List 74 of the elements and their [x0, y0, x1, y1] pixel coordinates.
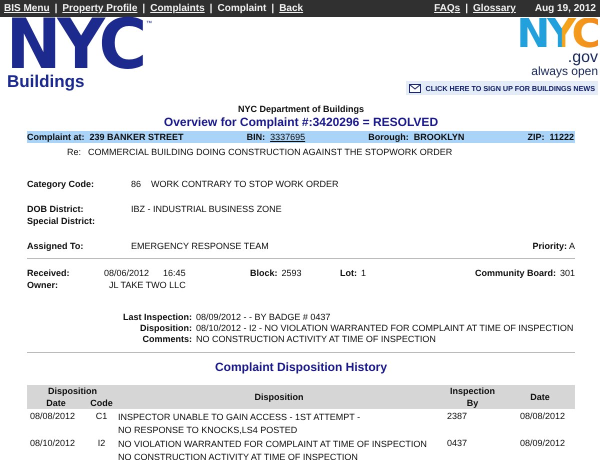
field-value: 11222	[549, 132, 574, 142]
nav-link[interactable]: BIS Menu	[4, 3, 50, 14]
category-code: 86	[131, 178, 142, 190]
field-label: Block:	[250, 267, 278, 279]
field-value: A	[568, 240, 575, 252]
column-header: Date	[505, 385, 575, 409]
current-page-label: Complaint	[217, 3, 266, 14]
page-title: Overview for Complaint #:3420296 = RESOLVED	[162, 115, 440, 130]
table-cell-text: NO RESPONSE TO KNOCKS,LS4 POSTED	[118, 424, 298, 436]
nav-link[interactable]: Glossary	[473, 3, 516, 14]
nav-separator: |	[465, 3, 468, 14]
date-text: Aug 19, 2012	[534, 3, 596, 14]
bin-link[interactable]: 3337695	[270, 132, 306, 142]
field-value: COMMERCIAL BUILDING DOING CONSTRUCTION AGAINST THE STOPWORK ORDER	[88, 146, 452, 158]
nav-separator: |	[271, 3, 274, 14]
field-value: 08/09/2012 - - BY BADGE # 0437	[196, 312, 332, 323]
field-label: DOB District:	[27, 203, 85, 215]
field-label: BIN:	[246, 132, 266, 142]
field-label: Re:	[66, 146, 81, 158]
field-label: ZIP:	[527, 132, 544, 142]
field-label: Owner:	[27, 279, 58, 291]
table-cell-text: INSPECTOR UNABLE TO GAIN ACCESS - 1ST ATTEMPT -	[118, 411, 362, 423]
table-cell-text: 08/10/2012	[29, 437, 76, 450]
table-cell-text: 2387	[446, 410, 468, 423]
table-cell-text: 0437	[446, 437, 468, 450]
field-label: Last Inspection:	[122, 312, 192, 323]
brand-name: Buildings	[7, 73, 86, 91]
field-value: WORK CONTRARY TO STOP WORK ORDER	[151, 178, 339, 190]
table-cell-text: NO CONSTRUCTION ACTIVITY AT TIME OF INSPECTION	[118, 451, 359, 460]
nav-separator: |	[142, 3, 146, 14]
field-label: Special District:	[27, 215, 96, 227]
field-label: Assigned To:	[27, 240, 84, 252]
agency-name: NYC Department of Buildings	[236, 103, 365, 115]
logo: NYC	[6, 16, 144, 74]
field-value: 2593	[282, 267, 302, 279]
table-cell-text: 08/08/2012	[29, 410, 76, 423]
tagline: always open	[531, 65, 598, 78]
field-label: Disposition:	[139, 323, 192, 334]
field-value: EMERGENCY RESPONSE TEAM	[131, 240, 270, 252]
field-value: 16:45	[163, 267, 186, 279]
field-value: 239 BANKER STREET	[90, 132, 184, 142]
nav-link[interactable]: Complaints	[150, 3, 205, 14]
column-header: Disposition Date Code	[27, 385, 118, 409]
nav-link[interactable]: Property Profile	[62, 3, 138, 14]
field-value: IBZ - INDUSTRIAL BUSINESS ZONE	[131, 203, 283, 215]
field-value: BROOKLYN	[414, 132, 464, 142]
field-value: 08/06/2012	[104, 267, 150, 279]
field-label: Borough:	[368, 132, 409, 142]
field-label: Comments:	[141, 334, 192, 345]
field-value: NO CONSTRUCTION ACTIVITY AT TIME OF INSPECTION	[196, 334, 437, 345]
table-cell-text: NO VIOLATION WARRANTED FOR COMPLAINT AT TIME OF INSPECTION	[118, 438, 428, 450]
nav-link[interactable]: Back	[279, 3, 304, 14]
envelope-icon	[408, 84, 421, 92]
table-cell-text: I2	[96, 437, 106, 450]
field-label: Priority:	[532, 240, 567, 252]
nav-separator: |	[210, 3, 212, 14]
column-header: Inspection By	[440, 385, 505, 409]
field-label: Category Code:	[27, 178, 96, 190]
field-value: 08/10/2012 - I2 - NO VIOLATION WARRANTED FOR COMPLAINT AT TIME OF INSPECTION	[196, 323, 574, 334]
nav-link[interactable]: FAQs	[434, 3, 460, 14]
field-label: Received:	[27, 267, 70, 279]
table-cell-text: C1	[94, 410, 108, 423]
nav-separator: |	[54, 3, 58, 14]
gov-suffix: .gov	[568, 50, 598, 65]
table-cell-text: 08/08/2012	[519, 410, 566, 423]
field-label: Lot:	[340, 267, 357, 279]
table-cell-text: 08/09/2012	[519, 437, 566, 450]
section-title: Complaint Disposition History	[214, 360, 388, 374]
column-header: Disposition	[118, 385, 440, 409]
field-label: Complaint at:	[27, 132, 84, 142]
field-value: 1	[361, 267, 366, 279]
field-value: JL TAKE TWO LLC	[109, 279, 186, 291]
field-label: Community Board:	[474, 267, 556, 279]
field-value: 301	[560, 267, 575, 279]
